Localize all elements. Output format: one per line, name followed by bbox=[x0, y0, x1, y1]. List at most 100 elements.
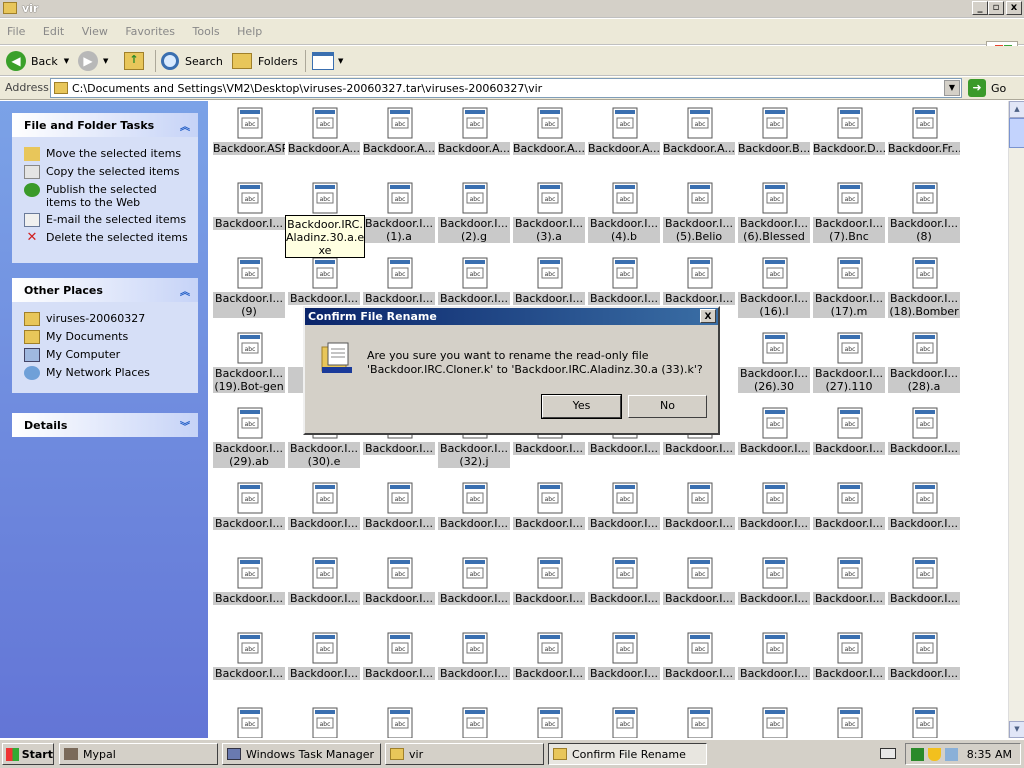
file-item[interactable]: abc Backdoor.I... bbox=[362, 552, 437, 614]
file-item[interactable]: abc Backdoor.I... bbox=[812, 627, 887, 689]
taskbar-item-vir[interactable]: vir bbox=[385, 743, 544, 765]
start-button[interactable]: Start bbox=[2, 743, 54, 765]
file-item[interactable]: abc Backdoor.I... (29).ab bbox=[212, 402, 287, 468]
file-item[interactable]: abc Backdoor.I... bbox=[287, 477, 362, 539]
file-item[interactable]: abc Backdoor.I... bbox=[587, 477, 662, 539]
file-item[interactable]: abc bbox=[812, 702, 887, 738]
file-item[interactable]: abc Backdoor.I... bbox=[287, 552, 362, 614]
place-viruses-folder[interactable]: viruses-20060327 bbox=[24, 312, 198, 326]
file-item[interactable]: abc Backdoor.I... (6).Blessed bbox=[737, 177, 812, 243]
file-item[interactable]: abc Backdoor.A... bbox=[287, 102, 362, 164]
file-item[interactable]: abc bbox=[662, 702, 737, 738]
network-tray-icon[interactable] bbox=[911, 748, 924, 761]
file-item[interactable]: abc Backdoor.I... (8) bbox=[887, 177, 962, 243]
tray-app-icon[interactable] bbox=[945, 748, 958, 761]
expand-chevron-icon[interactable]: ︾ bbox=[180, 418, 190, 433]
no-button[interactable]: No bbox=[628, 395, 707, 418]
details-header[interactable]: Details ︾ bbox=[12, 413, 198, 437]
file-item[interactable]: abc Backdoor.I... bbox=[512, 627, 587, 689]
file-item[interactable]: abc Backdoor.I... bbox=[437, 252, 512, 314]
file-item[interactable]: abc Backdoor.I... bbox=[212, 552, 287, 614]
go-button[interactable]: ➜ Go bbox=[968, 79, 1006, 97]
file-item[interactable]: abc Backdoor.I... bbox=[812, 402, 887, 464]
file-item[interactable]: abc Backdoor.I... bbox=[587, 252, 662, 314]
back-button[interactable]: ◀ Back ▼ bbox=[6, 50, 69, 72]
file-item[interactable]: abc Backdoor.I... bbox=[212, 627, 287, 689]
file-item[interactable]: abc Backdoor.A... bbox=[362, 102, 437, 164]
vertical-scrollbar[interactable]: ▲ ▼ bbox=[1008, 101, 1024, 738]
collapse-chevron-icon[interactable]: ︽ bbox=[180, 283, 190, 298]
file-item[interactable]: abc Backdoor.I... bbox=[212, 477, 287, 539]
file-item[interactable]: abc Backdoor.I... (3).a bbox=[512, 177, 587, 243]
folders-button[interactable]: Folders bbox=[232, 50, 298, 72]
file-item[interactable]: abc Backdoor.I... bbox=[662, 252, 737, 314]
file-item[interactable]: abc Backdoor.I... bbox=[887, 402, 962, 464]
file-item[interactable]: abc Backdoor.I... bbox=[887, 477, 962, 539]
scroll-up-button[interactable]: ▲ bbox=[1009, 101, 1024, 118]
file-item[interactable]: abc Backdoor.I... bbox=[737, 627, 812, 689]
file-item[interactable]: abc Backdoor.I... bbox=[362, 627, 437, 689]
file-item[interactable]: abc Backdoor.I... bbox=[512, 252, 587, 314]
restore-button[interactable]: ▫ bbox=[988, 1, 1004, 15]
minimize-button[interactable]: _ bbox=[972, 1, 988, 15]
file-item[interactable]: abc Backdoor.D... bbox=[812, 102, 887, 164]
file-item[interactable]: abc bbox=[887, 702, 962, 738]
move-items-link[interactable]: Move the selected items bbox=[24, 147, 198, 161]
place-my-computer[interactable]: My Computer bbox=[24, 348, 198, 362]
file-item[interactable]: abc Backdoor.I... bbox=[737, 552, 812, 614]
file-item[interactable]: abc bbox=[287, 702, 362, 738]
place-my-documents[interactable]: My Documents bbox=[24, 330, 198, 344]
file-item[interactable]: abc Backdoor.I... bbox=[812, 552, 887, 614]
file-item[interactable]: abc Backdoor.I... bbox=[662, 627, 737, 689]
file-item[interactable]: abc bbox=[512, 702, 587, 738]
file-item[interactable]: abc Backdoor.ASP bbox=[212, 102, 287, 164]
file-item[interactable]: abc Backdoor.A... bbox=[587, 102, 662, 164]
file-item[interactable]: abc Backdoor.I... bbox=[887, 627, 962, 689]
file-item[interactable]: abc Backdoor.I... bbox=[362, 252, 437, 314]
file-item[interactable]: abc bbox=[587, 702, 662, 738]
file-item[interactable]: abc Backdoor.I... bbox=[662, 477, 737, 539]
menu-file[interactable]: File bbox=[0, 19, 32, 38]
file-item[interactable]: abc Backdoor.A... bbox=[437, 102, 512, 164]
file-item[interactable]: abc Backdoor.I... (16).l bbox=[737, 252, 812, 318]
file-item[interactable]: abc Backdoor.I... bbox=[512, 477, 587, 539]
file-item[interactable]: abc Backdoor.I... bbox=[587, 627, 662, 689]
menu-view[interactable]: View bbox=[75, 19, 115, 38]
file-item[interactable]: abc bbox=[437, 702, 512, 738]
security-shield-icon[interactable] bbox=[928, 748, 941, 761]
address-dropdown-button[interactable]: ▼ bbox=[944, 80, 960, 96]
file-item[interactable]: abc Backdoor.A... bbox=[512, 102, 587, 164]
taskbar-item-confirm-rename[interactable]: Confirm File Rename bbox=[548, 743, 707, 765]
file-item[interactable]: abc Backdoor.I... (9) bbox=[212, 252, 287, 318]
menu-help[interactable]: Help bbox=[230, 19, 269, 38]
file-item[interactable]: abc bbox=[362, 702, 437, 738]
dialog-close-button[interactable]: X bbox=[700, 309, 716, 323]
file-item[interactable]: abc Backdoor.I... (27).110 bbox=[812, 327, 887, 393]
close-button[interactable]: x bbox=[1006, 1, 1022, 15]
copy-items-link[interactable]: Copy the selected items bbox=[24, 165, 198, 179]
file-item[interactable]: abc Backdoor.I... bbox=[812, 477, 887, 539]
file-item[interactable]: abc Backdoor.I... bbox=[737, 477, 812, 539]
file-item[interactable]: abc Backdoor.I... bbox=[512, 552, 587, 614]
file-item[interactable]: abc Backdoor.I... bbox=[287, 627, 362, 689]
scroll-thumb[interactable] bbox=[1009, 118, 1024, 148]
file-folder-tasks-header[interactable]: File and Folder Tasks ︽ bbox=[12, 113, 198, 137]
taskbar-item-mypal[interactable]: Mypal bbox=[59, 743, 218, 765]
file-item[interactable]: abc Backdoor.I... (18).Bomber bbox=[887, 252, 962, 318]
file-item[interactable]: abc Backdoor.I... bbox=[437, 477, 512, 539]
delete-items-link[interactable]: ✕ Delete the selected items bbox=[24, 231, 198, 245]
file-item[interactable]: abc Backdoor.I... (2).g bbox=[437, 177, 512, 243]
forward-button[interactable]: ▶ ▼ bbox=[78, 50, 108, 72]
file-item[interactable]: abc Backdoor.B... bbox=[737, 102, 812, 164]
email-items-link[interactable]: E-mail the selected items bbox=[24, 213, 198, 227]
file-item[interactable]: abc Backdoor.I... bbox=[887, 552, 962, 614]
publish-items-link[interactable]: Publish the selected items to the Web bbox=[24, 183, 198, 209]
keyboard-icon[interactable] bbox=[880, 748, 896, 759]
file-item[interactable]: abc Backdoor.I... bbox=[662, 552, 737, 614]
file-item[interactable]: abc Backdoor.Fr... bbox=[887, 102, 962, 164]
file-item[interactable]: abc Backdoor.I... (5).Belio bbox=[662, 177, 737, 243]
file-item[interactable]: abc bbox=[212, 702, 287, 738]
file-item[interactable]: abc Backdoor.I... (1).a bbox=[362, 177, 437, 243]
file-item[interactable]: abc Backdoor.I... bbox=[362, 477, 437, 539]
menu-tools[interactable]: Tools bbox=[186, 19, 227, 38]
